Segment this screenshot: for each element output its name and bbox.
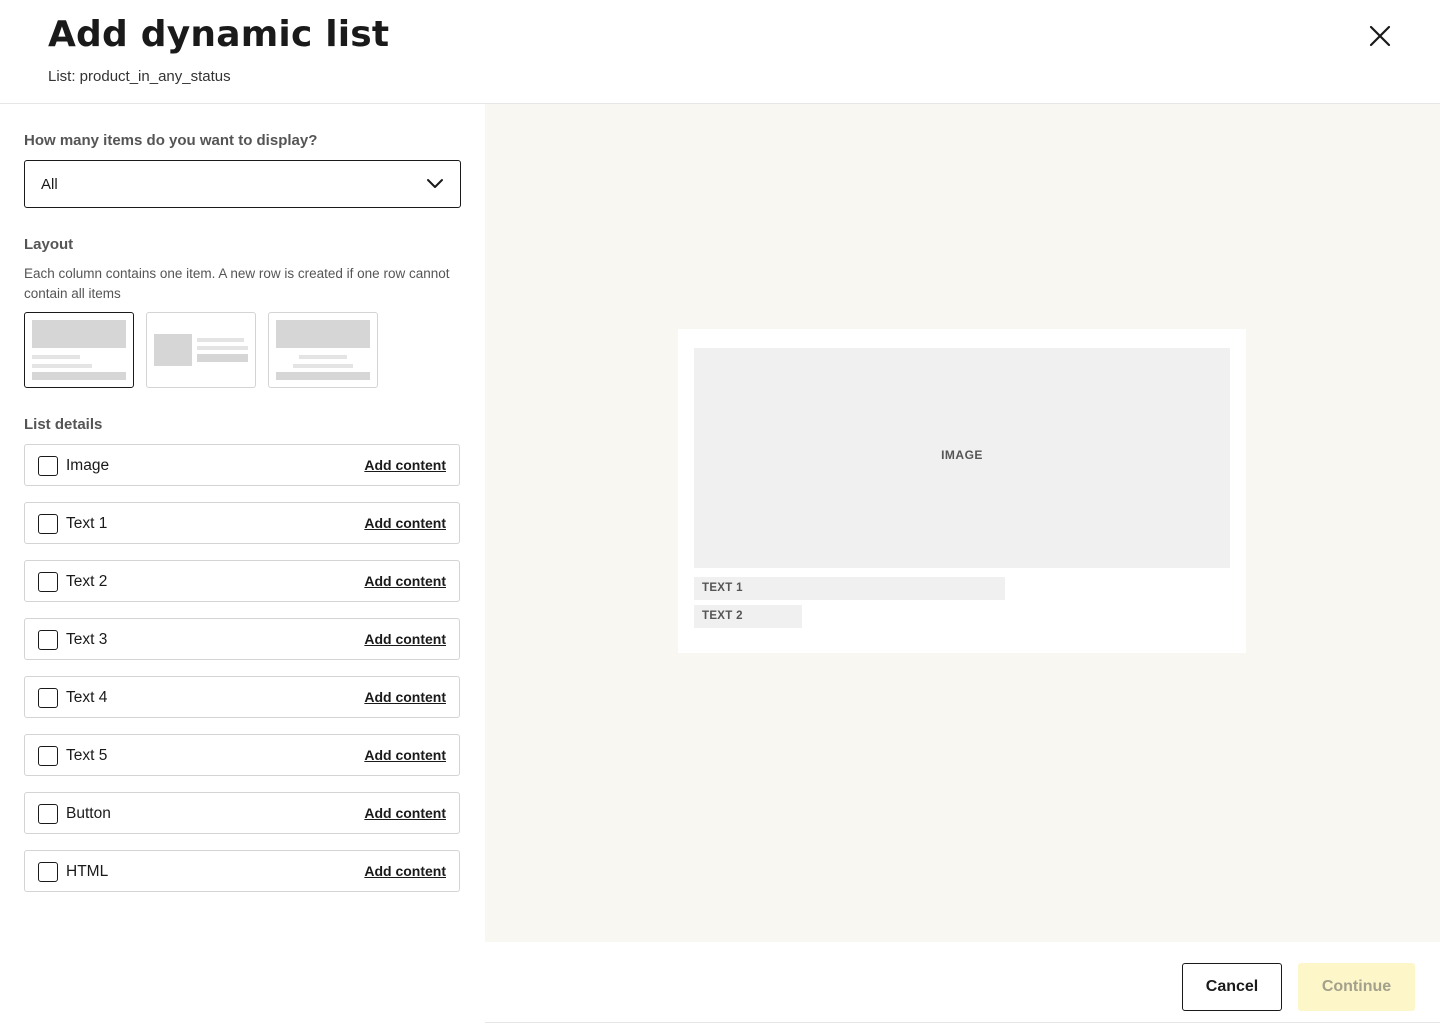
- text-2-checkbox[interactable]: [38, 572, 58, 592]
- item-label: Text 4: [66, 689, 108, 706]
- add-content-link[interactable]: Add content: [364, 747, 446, 763]
- list-details-label: List details: [24, 416, 103, 433]
- item-label: Image: [66, 457, 110, 474]
- display-count-select[interactable]: All: [24, 160, 461, 208]
- list-subtitle: List: product_in_any_status: [48, 68, 231, 85]
- text-2-placeholder-label: TEXT 2: [702, 610, 743, 622]
- list-item-image: Image Add content: [24, 444, 460, 486]
- add-content-link[interactable]: Add content: [364, 631, 446, 647]
- preview-panel: IMAGE TEXT 1 TEXT 2: [485, 104, 1440, 942]
- settings-panel: How many items do you want to display? A…: [0, 104, 485, 1024]
- text-1-placeholder-label: TEXT 1: [702, 582, 743, 594]
- list-item-text-3: Text 3 Add content: [24, 618, 460, 660]
- close-icon: [1369, 25, 1391, 47]
- image-placeholder: IMAGE: [694, 348, 1230, 568]
- display-count-label: How many items do you want to display?: [24, 132, 318, 149]
- list-item-html: HTML Add content: [24, 850, 460, 892]
- add-content-link[interactable]: Add content: [364, 457, 446, 473]
- item-label: Text 1: [66, 515, 108, 532]
- text-2-placeholder: TEXT 2: [694, 605, 802, 628]
- preview-card: IMAGE TEXT 1 TEXT 2: [678, 329, 1246, 653]
- cancel-button[interactable]: Cancel: [1182, 963, 1282, 1011]
- item-label: Button: [66, 805, 111, 822]
- layout-label: Layout: [24, 236, 74, 253]
- layout-description: Each column contains one item. A new row…: [24, 266, 450, 301]
- item-label: Text 5: [66, 747, 108, 764]
- close-button[interactable]: [1364, 20, 1396, 52]
- text-3-checkbox[interactable]: [38, 630, 58, 650]
- list-item-text-1: Text 1 Add content: [24, 502, 460, 544]
- display-count-value: All: [41, 176, 58, 193]
- html-checkbox[interactable]: [38, 862, 58, 882]
- chevron-down-icon: [427, 179, 443, 188]
- add-content-link[interactable]: Add content: [364, 573, 446, 589]
- image-placeholder-label: IMAGE: [941, 448, 983, 462]
- list-item-text-5: Text 5 Add content: [24, 734, 460, 776]
- button-checkbox[interactable]: [38, 804, 58, 824]
- list-item-button: Button Add content: [24, 792, 460, 834]
- list-item-text-2: Text 2 Add content: [24, 560, 460, 602]
- list-item-text-4: Text 4 Add content: [24, 676, 460, 718]
- add-content-link[interactable]: Add content: [364, 863, 446, 879]
- add-content-link[interactable]: Add content: [364, 689, 446, 705]
- image-checkbox[interactable]: [38, 456, 58, 476]
- footer-divider: [485, 1022, 1440, 1023]
- continue-button[interactable]: Continue: [1298, 963, 1415, 1011]
- item-label: Text 3: [66, 631, 108, 648]
- layout-option-image-top-centered[interactable]: [268, 312, 378, 388]
- add-content-link[interactable]: Add content: [364, 805, 446, 821]
- page-title: Add dynamic list: [48, 14, 390, 55]
- layout-option-image-top[interactable]: [24, 312, 134, 388]
- text-1-checkbox[interactable]: [38, 514, 58, 534]
- text-4-checkbox[interactable]: [38, 688, 58, 708]
- layout-option-image-left[interactable]: [146, 312, 256, 388]
- item-label: Text 2: [66, 573, 108, 590]
- text-1-placeholder: TEXT 1: [694, 577, 1005, 600]
- text-5-checkbox[interactable]: [38, 746, 58, 766]
- add-content-link[interactable]: Add content: [364, 515, 446, 531]
- item-label: HTML: [66, 863, 109, 880]
- modal-header: Add dynamic list List: product_in_any_st…: [0, 0, 1440, 104]
